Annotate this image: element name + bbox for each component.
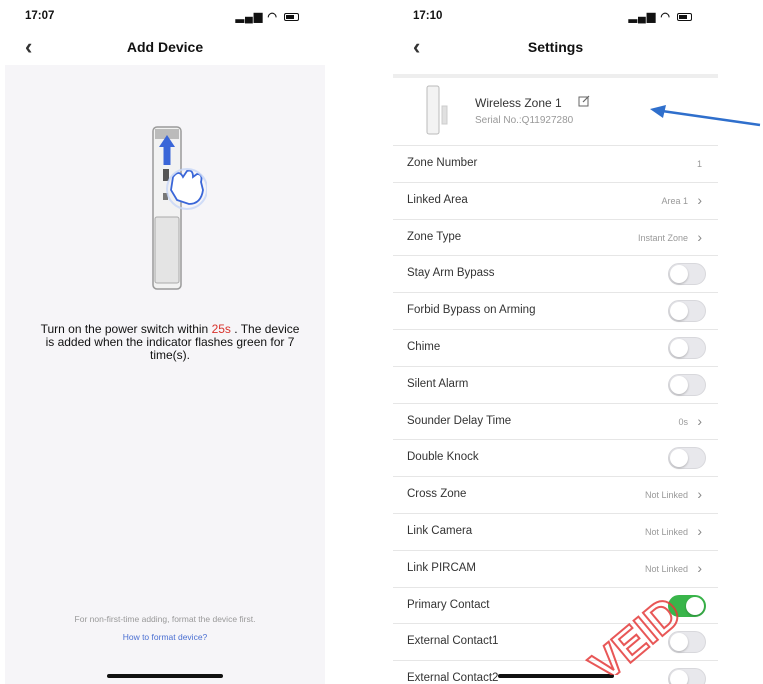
toggle-switch[interactable]: [668, 336, 706, 359]
device-thumbnail-icon: [426, 85, 448, 135]
toggle-switch[interactable]: [668, 300, 706, 323]
settings-row-value: Not Linked: [644, 563, 688, 574]
signal-wifi-battery-icon: ▂▄▆ ◠: [236, 10, 299, 23]
settings-row[interactable]: Cross Zone Not Linked ›: [393, 477, 718, 514]
toggle-knob: [686, 596, 704, 615]
format-device-link[interactable]: How to format device?: [5, 632, 325, 642]
nav-bar: ‹ Settings: [393, 36, 718, 60]
toggle-switch[interactable]: [668, 373, 706, 396]
settings-row-label: External Contact2: [407, 672, 499, 684]
instruction-pre: Turn on the power switch within: [40, 322, 212, 336]
settings-row-label: Zone Type: [407, 230, 462, 243]
settings-row[interactable]: Zone Type Instant Zone ›: [393, 220, 718, 257]
settings-row[interactable]: Link PIRCAM Not Linked ›: [393, 551, 718, 588]
signal-wifi-battery-icon: ▂▄▆ ◠: [629, 10, 692, 23]
settings-row-label: Zone Number: [407, 157, 478, 169]
edit-icon[interactable]: [578, 95, 590, 107]
settings-row-value: Instant Zone: [637, 232, 688, 243]
settings-row[interactable]: Zone Number 1: [393, 146, 718, 183]
settings-row-label: External Contact1: [407, 635, 499, 648]
status-time: 17:07: [25, 10, 55, 22]
settings-row[interactable]: External Contact1: [393, 624, 718, 662]
home-indicator: [107, 674, 223, 678]
page-title: Settings: [527, 39, 584, 55]
settings-row[interactable]: Double Knock: [393, 440, 718, 478]
settings-row[interactable]: Link Camera Not Linked ›: [393, 514, 718, 551]
toggle-switch[interactable]: [668, 447, 706, 470]
settings-row-label: Link Camera: [407, 524, 473, 537]
toggle-switch[interactable]: [668, 594, 706, 617]
toggle-knob: [670, 449, 688, 468]
chevron-right-icon: ›: [697, 191, 702, 208]
settings-row[interactable]: Linked Area Area 1 ›: [393, 183, 718, 220]
toggle-knob: [670, 338, 688, 357]
settings-row-value: Not Linked: [644, 490, 688, 501]
chevron-right-icon: ›: [697, 559, 702, 576]
settings-row-label: Cross Zone: [407, 488, 467, 501]
toggle-knob: [670, 375, 688, 394]
toggle-knob: [670, 633, 688, 652]
chevron-right-icon: ›: [697, 228, 702, 245]
settings-row[interactable]: Primary Contact: [393, 588, 718, 625]
settings-row-label: Link PIRCAM: [407, 561, 477, 574]
toggle-knob: [670, 670, 688, 684]
settings-row[interactable]: Chime: [393, 330, 718, 367]
settings-row[interactable]: External Contact2: [393, 661, 718, 684]
settings-row-value: Not Linked: [644, 526, 688, 537]
chevron-right-icon: ›: [697, 412, 702, 429]
settings-row-label: Double Knock: [407, 451, 479, 464]
toggle-knob: [670, 302, 688, 321]
annotation-arrow-icon: [650, 105, 761, 127]
status-time: 17:10: [413, 10, 443, 22]
add-device-screen: 17:07 ▂▄▆ ◠ ‹ Add Device Turn on the pow…: [5, 0, 325, 684]
settings-row[interactable]: Stay Arm Bypass: [393, 256, 718, 294]
settings-row-label: Forbid Bypass on Arming: [407, 304, 536, 317]
settings-row-label: Stay Arm Bypass: [407, 267, 495, 280]
settings-row-label: Linked Area: [407, 193, 468, 206]
settings-row[interactable]: Forbid Bypass on Arming: [393, 293, 718, 330]
settings-row-label: Chime: [407, 340, 441, 353]
chevron-right-icon: ›: [697, 486, 702, 503]
device-name: Wireless Zone 1: [475, 96, 562, 110]
settings-list: Zone Number 1 Linked Area Area 1 › Zone Type I…: [393, 146, 718, 684]
power-instruction-text: Turn on the power switch within 25s . Th…: [35, 323, 305, 362]
settings-row-label: Primary Contact: [407, 598, 490, 611]
device-serial: Serial No.:Q11927280: [475, 115, 574, 126]
settings-row-value: 1: [696, 159, 702, 169]
settings-row-value: Area 1: [661, 195, 688, 206]
toggle-switch[interactable]: [668, 631, 706, 654]
device-power-switch-illustration: [152, 126, 207, 290]
toggle-switch[interactable]: [668, 668, 706, 684]
settings-row-label: Sounder Delay Time: [407, 414, 512, 427]
countdown-timer: 25s: [211, 322, 231, 336]
settings-row[interactable]: Sounder Delay Time 0s ›: [393, 404, 718, 441]
home-indicator: [497, 674, 614, 678]
toggle-switch[interactable]: [668, 263, 706, 286]
toggle-knob: [670, 265, 688, 284]
page-title: Add Device: [126, 39, 204, 55]
settings-row[interactable]: Silent Alarm: [393, 367, 718, 404]
nav-bar: ‹ Add Device: [5, 36, 325, 60]
status-bar: 17:07 ▂▄▆ ◠: [5, 10, 325, 26]
settings-row-label: Silent Alarm: [407, 377, 469, 390]
add-device-content: Turn on the power switch within 25s . Th…: [5, 65, 325, 684]
settings-row-value: 0s: [678, 416, 688, 427]
format-note: For non-first-time adding, format the de…: [74, 614, 256, 624]
status-bar: 17:10 ▂▄▆ ◠: [393, 10, 718, 26]
chevron-right-icon: ›: [697, 522, 702, 539]
